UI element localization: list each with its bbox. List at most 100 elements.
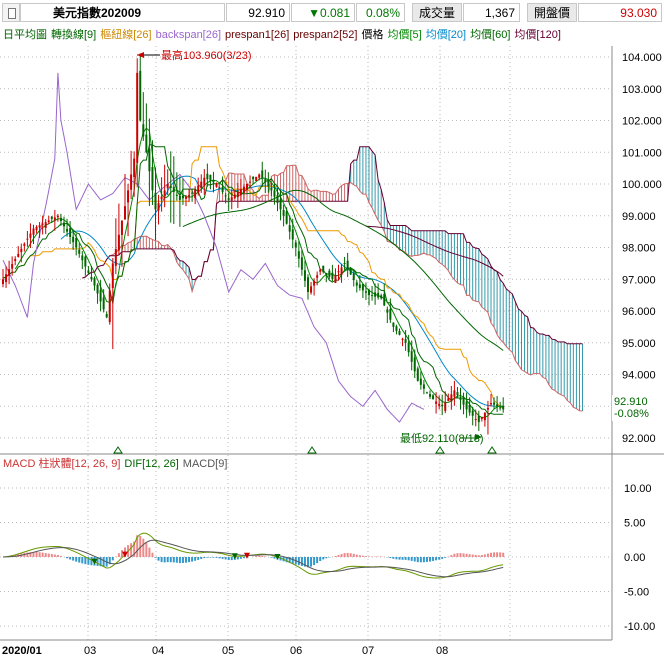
candle-body (478, 416, 480, 422)
candle-body (307, 277, 309, 292)
macd-bar (222, 557, 224, 559)
macd-bar (414, 557, 416, 562)
candle-body (206, 174, 208, 180)
candle-body (331, 273, 333, 280)
price-legend-item: 樞紐線[26] (100, 27, 151, 41)
macd-bar (395, 557, 397, 559)
candle-body (20, 249, 22, 252)
candle-body (264, 179, 266, 182)
candle-body (81, 255, 83, 260)
candle-body (368, 290, 370, 295)
candle-body (185, 197, 187, 199)
candle-body (228, 198, 230, 200)
candle-body (353, 273, 355, 280)
price-axis-tick: 97.000 (622, 274, 656, 286)
candle-body (237, 192, 239, 197)
candle-body (106, 314, 108, 317)
macd-bar (185, 557, 187, 563)
macd-bar (292, 557, 294, 564)
candle-body (216, 184, 218, 187)
macd-bar (54, 555, 56, 557)
candle-body (246, 184, 248, 190)
macd-bar (103, 557, 105, 566)
change-value: 0.081 (320, 6, 350, 20)
candle-body (304, 270, 306, 281)
candle-body (51, 217, 53, 219)
macd-bar (481, 555, 483, 557)
macd-bar (402, 557, 404, 560)
candle-body (377, 293, 379, 298)
price-legend-item: 價格 (361, 27, 383, 41)
macd-bar (179, 557, 181, 563)
candle-body (371, 295, 373, 296)
candle-body (356, 282, 358, 285)
candle-body (280, 199, 282, 209)
volume-label: 成交量 (412, 3, 462, 22)
price-axis-tick: 104.000 (622, 52, 662, 64)
macd-bar (344, 553, 346, 557)
macd-bar (188, 557, 190, 562)
macd-bar (499, 552, 501, 557)
candle-body (414, 357, 416, 371)
candle-body (392, 323, 394, 327)
candle-body (87, 271, 89, 273)
ma60-line (183, 190, 503, 350)
candle-body (295, 242, 297, 247)
macd-bar (362, 556, 364, 557)
macd-bar (389, 557, 391, 558)
macd-bar (423, 557, 425, 562)
chart-area[interactable]: 日平均圖轉換線[9]樞紐線[26]backspan[26]prespan1[26… (0, 26, 664, 659)
macd-bar (45, 553, 47, 557)
x-axis-label: 03 (84, 645, 96, 657)
macd-bar (57, 555, 59, 557)
macd-axis-tick: 10.00 (624, 483, 652, 495)
price-legend-item: 均價[5] (387, 27, 421, 41)
candle-body (48, 221, 50, 223)
macd-bar (261, 556, 263, 557)
candle-body (139, 71, 141, 121)
candle-body (209, 175, 211, 181)
candle-body (54, 217, 56, 220)
price-axis-tick: 96.000 (622, 306, 656, 318)
macd-bar (350, 553, 352, 557)
macd-bar (170, 557, 172, 562)
macd-bar (225, 557, 227, 559)
candle-body (124, 206, 126, 219)
candle-body (359, 284, 361, 288)
candle-body (432, 395, 434, 399)
price-legend-item: 均價[120] (514, 27, 560, 41)
macd-bar (487, 554, 489, 557)
macd-bar (209, 557, 211, 558)
candle-body (277, 195, 279, 203)
candle-body (2, 279, 4, 284)
technical-chart[interactable]: 日平均圖轉換線[9]樞紐線[26]backspan[26]prespan1[26… (0, 26, 664, 659)
macd-legend-item: DIF[12, 26] (124, 458, 178, 470)
candle-body (374, 292, 376, 296)
macd-bar (496, 552, 498, 557)
macd-bar (359, 555, 361, 557)
macd-bar (417, 557, 419, 562)
candle-body (405, 339, 407, 343)
macd-bar (438, 557, 440, 560)
macd-bar (51, 554, 53, 557)
candle-body (255, 177, 257, 181)
candle-body (402, 339, 404, 340)
macd-axis-tick: 5.00 (624, 518, 645, 530)
candle-body (94, 278, 96, 286)
macd-bar (334, 556, 336, 557)
candle-body (112, 263, 114, 288)
macd-bar (456, 553, 458, 557)
candle-body (475, 419, 477, 420)
candle-body (423, 384, 425, 388)
macd-bar (411, 557, 413, 561)
candle-body (341, 267, 343, 275)
last-price-tag: 92.910 (614, 396, 648, 408)
document-icon[interactable] (2, 3, 20, 22)
macd-bar (216, 557, 218, 558)
macd-bar (408, 557, 410, 560)
macd-bar (460, 553, 462, 557)
price-legend-item: 日平均圖 (3, 28, 47, 41)
macd-bar (191, 557, 193, 562)
macd-legend-item: MACD 柱狀體[12, 26, 9] (3, 456, 120, 470)
macd-bar (453, 554, 455, 557)
